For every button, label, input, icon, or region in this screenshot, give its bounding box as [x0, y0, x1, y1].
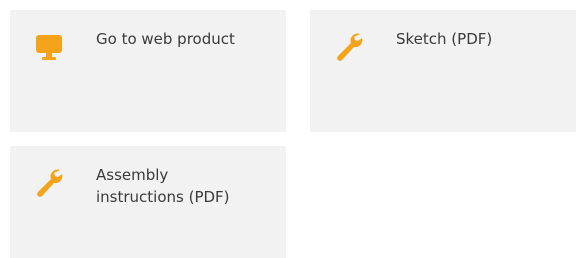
card-label: Sketch (PDF): [396, 30, 493, 48]
wrench-icon: [37, 169, 63, 197]
sketch-pdf-link-card[interactable]: Sketch (PDF): [310, 10, 576, 132]
assembly-instructions-pdf-link-card[interactable]: Assembly instructions (PDF): [10, 146, 286, 258]
card-label: Go to web product: [96, 30, 235, 48]
web-product-link-card[interactable]: Go to web product: [10, 10, 286, 132]
wrench-icon: [337, 33, 363, 61]
card-label: Assembly instructions (PDF): [96, 166, 230, 206]
monitor-icon: [36, 35, 62, 60]
